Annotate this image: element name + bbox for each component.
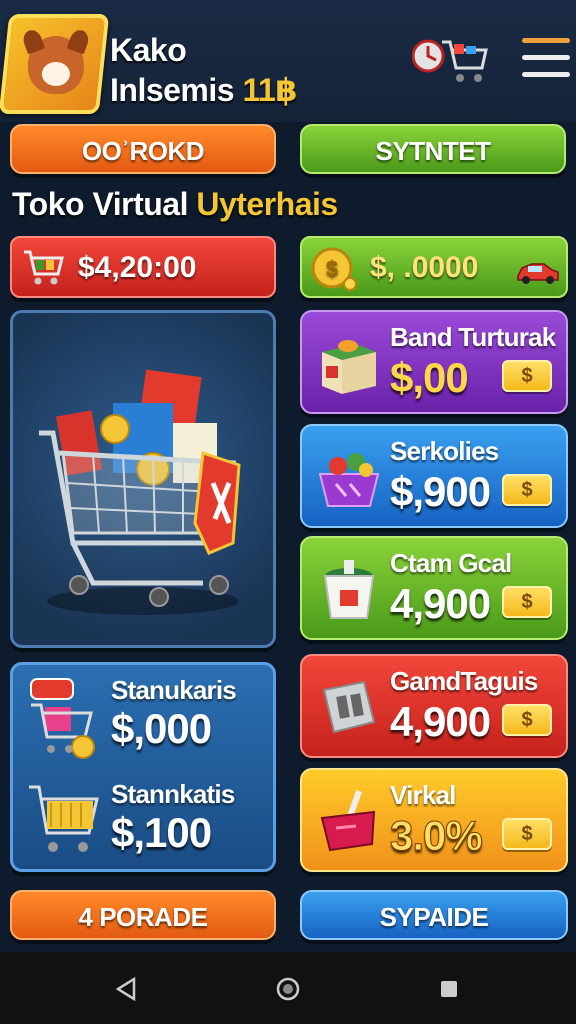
shop-item[interactable]: GamdTaguis 4,900 $ [300, 654, 568, 758]
stats-card: Stanukaris $,000 Stannkatis $,100 [10, 662, 276, 872]
hamburger-menu-icon[interactable] [522, 38, 570, 82]
shop-item-price: 4,900 [390, 580, 491, 627]
stat-value: $,100 [111, 809, 212, 856]
system-nav-bar [0, 952, 576, 1024]
player-name: Kako Inlsemis 11฿ [110, 30, 298, 110]
shopping-cart-icon [39, 369, 241, 615]
buy-button[interactable]: $ [502, 474, 552, 506]
shop-item-name: Band Turturak [390, 322, 556, 352]
cash-balance-value: $4,20:00 [78, 251, 197, 284]
top-right-button[interactable]: SYTNTET [300, 124, 566, 174]
coin-icon: $ [311, 247, 357, 291]
shopping-cart-icon [30, 678, 95, 759]
player-name-line2: Inlsemis [110, 72, 235, 108]
store-title-main: Toko Virtual [12, 186, 188, 222]
stat-name: Stannkatis [111, 779, 235, 809]
dog-avatar-icon[interactable] [0, 14, 110, 114]
shop-item-name: Serkolies [390, 436, 499, 466]
svg-text:$: $ [326, 256, 338, 281]
shop-item-price: $,00 [390, 354, 469, 401]
shop-item-price: 4,900 [390, 698, 491, 745]
bottom-left-button[interactable]: 4 PORADE [10, 890, 276, 940]
shopping-cart-icon [29, 785, 99, 852]
box-icon [322, 340, 376, 394]
basket-icon [318, 453, 380, 507]
shop-item[interactable]: Virkal 3.0% $ [300, 768, 568, 872]
cup-icon [323, 560, 375, 619]
buy-button[interactable]: $ [502, 704, 552, 736]
back-icon[interactable] [114, 976, 140, 1002]
shop-item[interactable]: Ctam Gcal 4,900 $ [300, 536, 568, 640]
shop-item-name: Ctam Gcal [390, 548, 512, 578]
cash-balance: $4,20:00 [10, 236, 276, 298]
shopping-cart-icon [24, 250, 64, 285]
store-title-accent: Uyterhais [196, 186, 338, 222]
bottom-right-button[interactable]: SYPAIDE [300, 890, 568, 940]
buy-button[interactable]: $ [502, 586, 552, 618]
pen-holder-icon [320, 790, 376, 852]
top-left-button[interactable]: OOʾROKD [10, 124, 276, 174]
stat-value: $,000 [111, 705, 212, 752]
home-icon[interactable] [275, 976, 301, 1002]
player-level: 11฿ [242, 72, 298, 108]
buy-button[interactable]: $ [502, 360, 552, 392]
shop-item-price: 3.0% [390, 812, 484, 860]
top-bar: Kako Inlsemis 11฿ [0, 0, 576, 122]
shop-item[interactable]: Serkolies $,900 $ [300, 424, 568, 528]
featured-cart-card[interactable] [10, 310, 276, 648]
player-name-line1: Kako [110, 32, 187, 68]
shop-item-price: $,900 [390, 468, 491, 515]
shop-item-name: GamdTaguis [390, 666, 538, 696]
car-icon [517, 263, 559, 284]
store-title: Toko Virtual Uyterhais [12, 186, 338, 223]
shop-item-name: Virkal [390, 780, 456, 810]
shop-item[interactable]: Band Turturak $,00 $ [300, 310, 568, 414]
device-icon [322, 680, 376, 734]
recents-icon[interactable] [436, 976, 462, 1002]
coin-balance: $ $, .0000 [300, 236, 568, 298]
shopping-cart-icon[interactable] [412, 34, 488, 90]
stat-name: Stanukaris [111, 675, 237, 705]
buy-button[interactable]: $ [502, 818, 552, 850]
coin-balance-value: $, .0000 [370, 251, 479, 284]
